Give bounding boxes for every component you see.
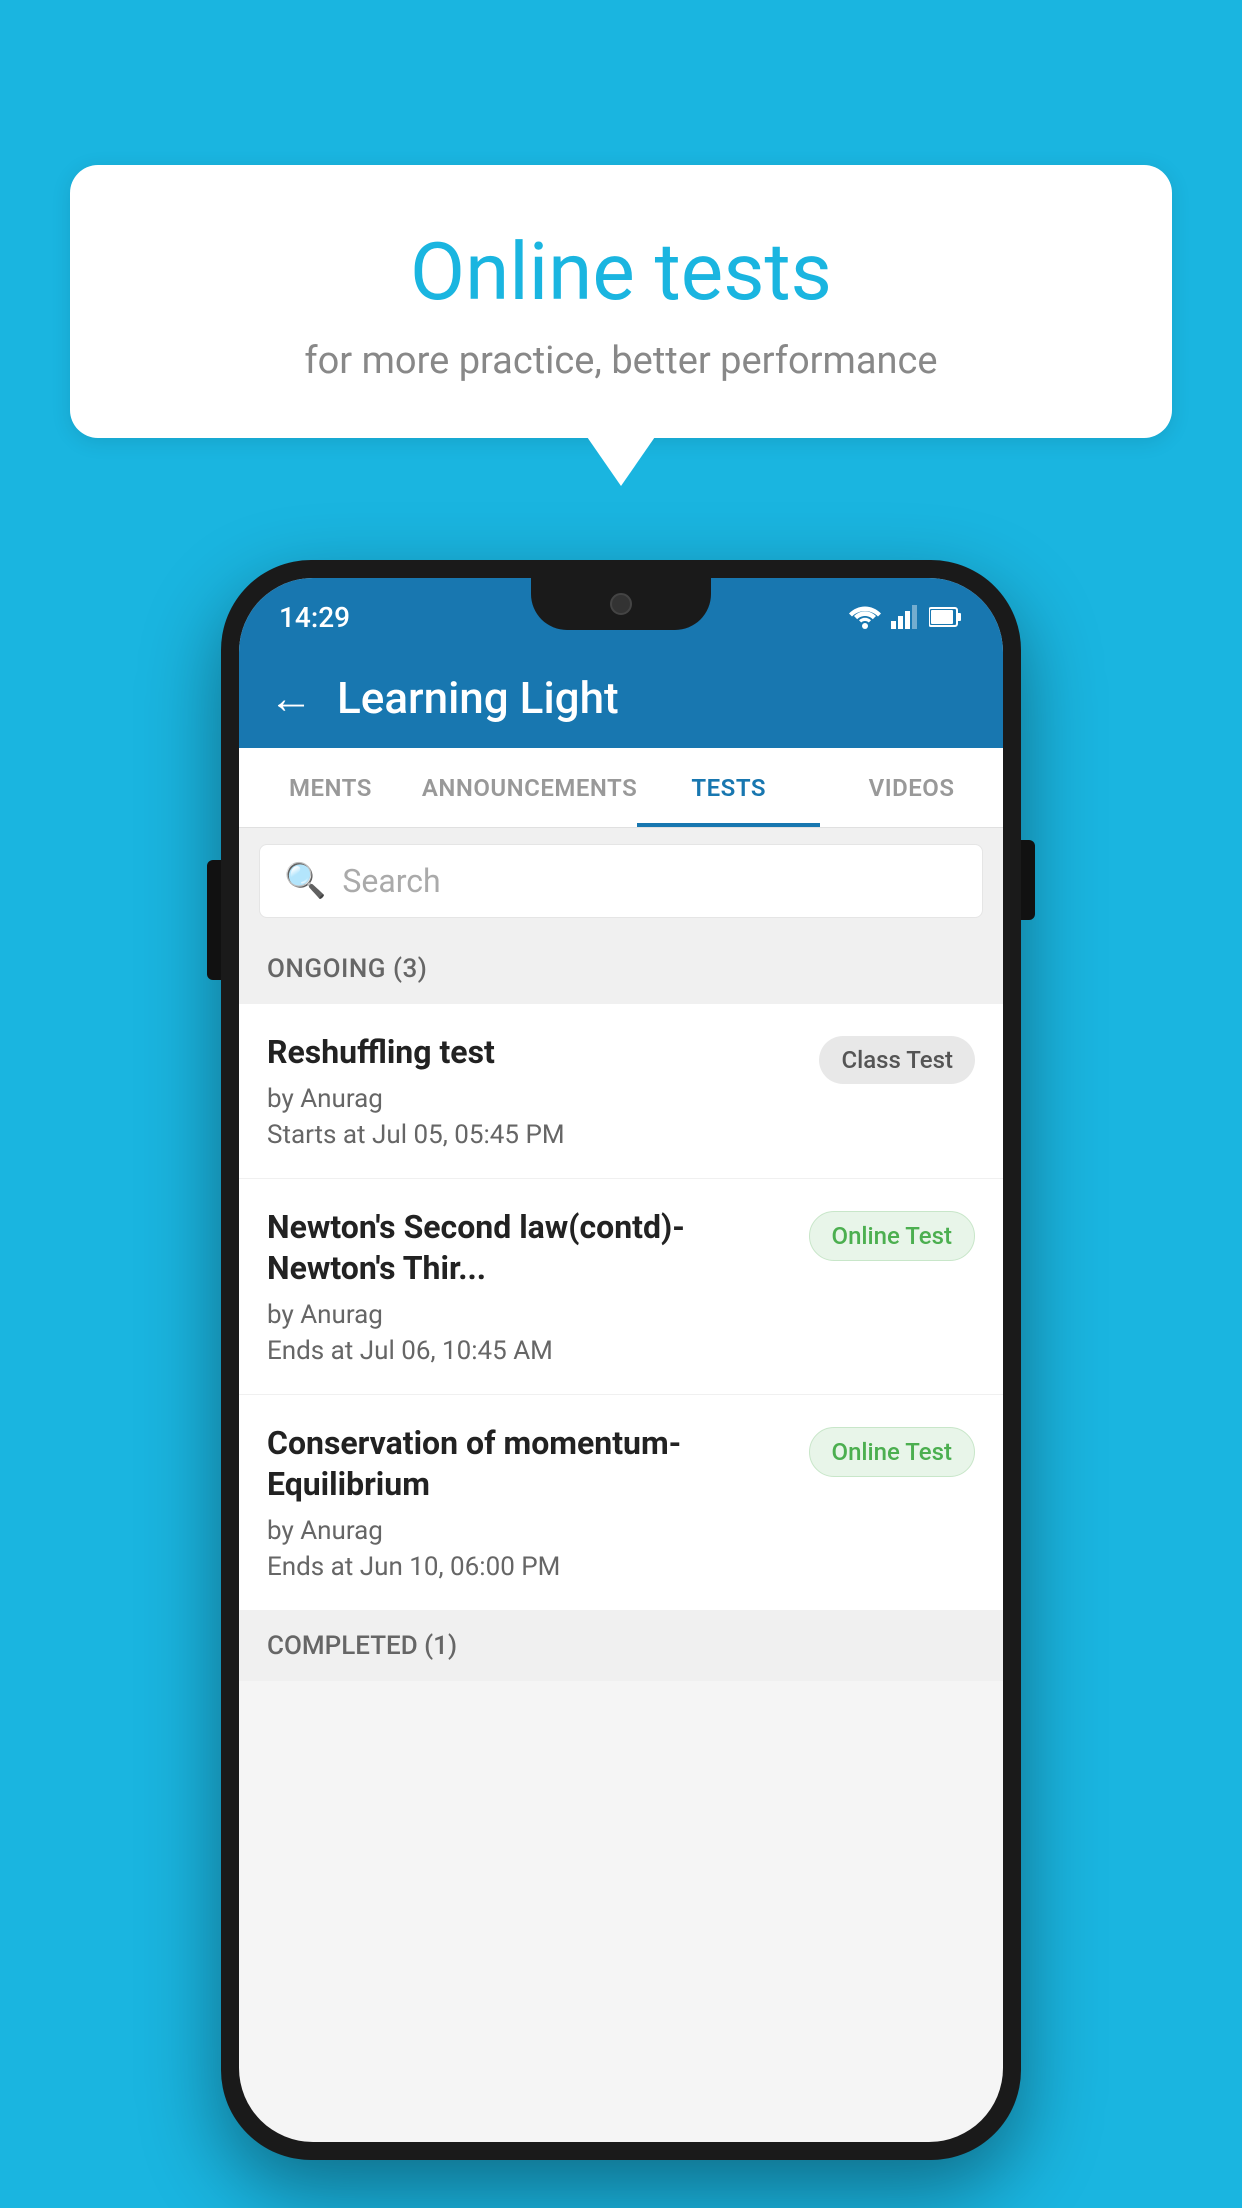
completed-title: COMPLETED (1)	[267, 1631, 457, 1661]
phone-frame: 14:29	[221, 560, 1021, 2160]
search-bar[interactable]: 🔍 Search	[259, 844, 983, 918]
tab-tests[interactable]: TESTS	[637, 748, 820, 827]
speech-bubble-title: Online tests	[120, 225, 1122, 319]
test-item-1[interactable]: Reshuffling test by Anurag Starts at Jul…	[239, 1004, 1003, 1179]
test-date-1: Starts at Jul 05, 05:45 PM	[267, 1120, 799, 1150]
speech-bubble: Online tests for more practice, better p…	[70, 165, 1172, 438]
test-badge-3: Online Test	[809, 1427, 975, 1477]
test-item-3[interactable]: Conservation of momentum-Equilibrium by …	[239, 1395, 1003, 1611]
search-icon: 🔍	[284, 861, 326, 901]
search-container: 🔍 Search	[239, 828, 1003, 934]
test-author-2: by Anurag	[267, 1300, 789, 1330]
tab-videos[interactable]: VIDEOS	[820, 748, 1003, 827]
test-badge-2: Online Test	[809, 1211, 975, 1261]
tabs-container: MENTS ANNOUNCEMENTS TESTS VIDEOS	[239, 748, 1003, 828]
test-name-2: Newton's Second law(contd)-Newton's Thir…	[267, 1207, 789, 1290]
test-item-2[interactable]: Newton's Second law(contd)-Newton's Thir…	[239, 1179, 1003, 1395]
test-info-2: Newton's Second law(contd)-Newton's Thir…	[267, 1207, 809, 1366]
test-author-3: by Anurag	[267, 1516, 789, 1546]
test-badge-1: Class Test	[819, 1036, 975, 1084]
test-date-2: Ends at Jul 06, 10:45 AM	[267, 1336, 789, 1366]
tests-list: Reshuffling test by Anurag Starts at Jul…	[239, 1004, 1003, 1611]
test-info-3: Conservation of momentum-Equilibrium by …	[267, 1423, 809, 1582]
speech-bubble-subtitle: for more practice, better performance	[120, 339, 1122, 383]
search-placeholder: Search	[342, 862, 440, 900]
test-date-3: Ends at Jun 10, 06:00 PM	[267, 1552, 789, 1582]
test-info-1: Reshuffling test by Anurag Starts at Jul…	[267, 1032, 819, 1150]
signal-icon	[891, 605, 919, 629]
tab-ments[interactable]: MENTS	[239, 748, 422, 827]
back-button[interactable]: ←	[269, 672, 313, 724]
app-title: Learning Light	[337, 672, 619, 724]
camera-icon	[610, 593, 632, 615]
test-name-1: Reshuffling test	[267, 1032, 799, 1074]
status-time: 14:29	[279, 601, 350, 634]
ongoing-section-header: ONGOING (3)	[239, 934, 1003, 1004]
battery-icon	[929, 605, 963, 629]
completed-section-header: COMPLETED (1)	[239, 1611, 1003, 1681]
wifi-icon	[849, 605, 881, 629]
phone-screen: 14:29	[239, 578, 1003, 2142]
test-author-1: by Anurag	[267, 1084, 799, 1114]
phone-wrapper: 14:29	[221, 560, 1021, 2160]
tab-announcements[interactable]: ANNOUNCEMENTS	[422, 748, 637, 827]
phone-notch	[531, 578, 711, 630]
test-name-3: Conservation of momentum-Equilibrium	[267, 1423, 789, 1506]
ongoing-title: ONGOING (3)	[267, 954, 427, 984]
app-header: ← Learning Light	[239, 648, 1003, 748]
status-icons	[849, 605, 963, 629]
